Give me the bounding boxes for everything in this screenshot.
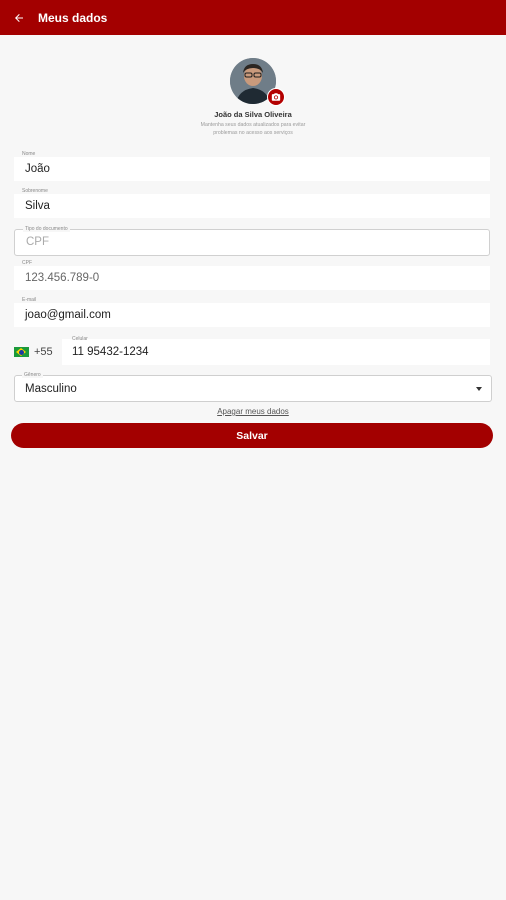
cpf-label: CPF bbox=[22, 260, 32, 266]
country-code: +55 bbox=[34, 346, 53, 358]
dropdown-arrow-icon bbox=[476, 387, 482, 391]
phone-field[interactable]: Celular 11 95432-1234 bbox=[62, 336, 490, 365]
phone-label: Celular bbox=[72, 336, 88, 342]
document-type-label: Tipo do documento bbox=[23, 226, 70, 232]
document-type-value: CPF bbox=[26, 236, 49, 248]
email-value: joao@gmail.com bbox=[25, 309, 111, 321]
country-code-selector[interactable]: +55 bbox=[14, 339, 62, 365]
profile-name: João da Silva Oliveira bbox=[214, 110, 292, 119]
save-button[interactable]: Salvar bbox=[11, 423, 493, 448]
last-name-value: Silva bbox=[25, 200, 50, 212]
avatar-container bbox=[230, 58, 285, 106]
back-button[interactable] bbox=[0, 0, 38, 35]
first-name-label: Nome bbox=[22, 151, 36, 157]
profile-subtitle: Mantenha seus dados atualizados para evi… bbox=[200, 122, 306, 136]
arrow-back-icon bbox=[15, 13, 23, 22]
profile-header: João da Silva Oliveira Mantenha seus dad… bbox=[0, 58, 506, 138]
gender-select[interactable]: Gênero Masculino bbox=[14, 372, 492, 402]
change-photo-button[interactable] bbox=[267, 88, 285, 106]
last-name-field[interactable]: Sobrenome Silva bbox=[14, 188, 490, 218]
document-type-field[interactable]: Tipo do documento CPF bbox=[14, 226, 490, 256]
brazil-flag-icon bbox=[14, 347, 29, 357]
email-label: E-mail bbox=[22, 297, 37, 303]
last-name-label: Sobrenome bbox=[22, 188, 48, 194]
phone-value: 11 95432-1234 bbox=[72, 346, 149, 358]
cpf-field[interactable]: CPF 123.456.789-0 bbox=[14, 260, 490, 290]
first-name-value: João bbox=[25, 163, 50, 175]
app-bar: Meus dados bbox=[0, 0, 506, 35]
gender-label: Gênero bbox=[22, 372, 43, 378]
cpf-value: 123.456.789-0 bbox=[25, 272, 100, 284]
gender-value: Masculino bbox=[25, 383, 77, 395]
phone-row: +55 Celular 11 95432-1234 bbox=[14, 336, 490, 365]
delete-data-link[interactable]: Apagar meus dados bbox=[0, 407, 506, 416]
first-name-field[interactable]: Nome João bbox=[14, 151, 490, 181]
page-title: Meus dados bbox=[38, 10, 108, 25]
camera-icon bbox=[271, 93, 281, 101]
email-field[interactable]: E-mail joao@gmail.com bbox=[14, 297, 490, 327]
